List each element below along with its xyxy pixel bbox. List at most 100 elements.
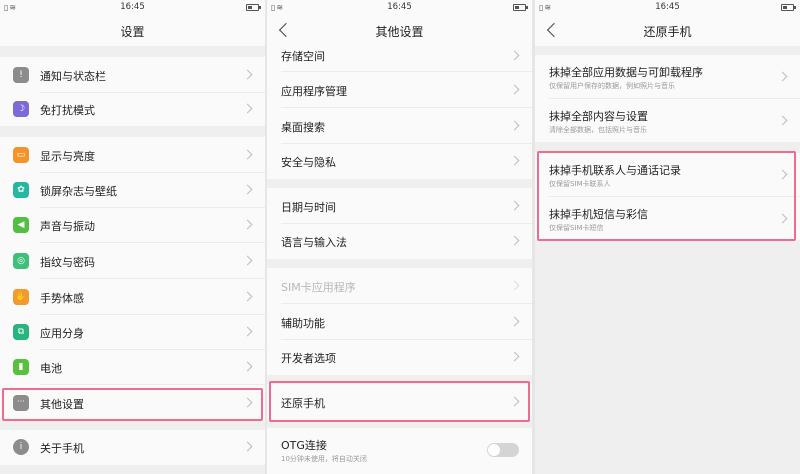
- settings-item-date-time[interactable]: 日期与时间: [267, 188, 532, 224]
- settings-item-gestures[interactable]: ✋ 手势体感: [0, 279, 265, 315]
- exclamation-icon: !: [13, 67, 29, 83]
- settings-item-label: 通知与状态栏: [40, 70, 106, 83]
- status-time: 16:45: [387, 2, 412, 12]
- status-bar: ▯≋ 16:45: [535, 0, 800, 16]
- settings-item-label: 开发者选项: [281, 352, 336, 365]
- chevron-right-icon: [777, 213, 788, 224]
- chevron-right-icon: [242, 184, 253, 195]
- chevron-right-icon: [242, 291, 253, 302]
- settings-item-dnd[interactable]: ☽ 免打扰模式: [0, 93, 265, 126]
- reset-item-subtitle: 清除全部数据，包括照片与音乐: [549, 126, 647, 134]
- title-bar: 还原手机: [535, 16, 800, 46]
- title-bar: 其他设置: [267, 16, 532, 46]
- status-bar: ▯≋ 16:45: [267, 0, 532, 16]
- settings-item-sim-apps: SIM卡应用程序: [267, 268, 532, 304]
- reset-phone-panel: ▯≋ 16:45 还原手机 抹掉全部应用数据与可卸载程序 仅保留用户保存的数据，…: [535, 0, 800, 474]
- settings-item-label: 声音与振动: [40, 220, 95, 233]
- reset-item-erase-apps[interactable]: 抹掉全部应用数据与可卸载程序 仅保留用户保存的数据，例如照片与音乐: [535, 55, 800, 99]
- page-title: 其他设置: [375, 25, 424, 39]
- battery-icon: ▮: [13, 359, 29, 375]
- reset-item-label: 抹掉手机短信与彩信: [549, 208, 648, 221]
- reset-item-erase-contacts[interactable]: 抹掉手机联系人与通话记录 仅保留SIM卡联系人: [535, 153, 800, 197]
- battery-status-icon: [246, 4, 261, 11]
- reset-item-subtitle: 仅保留用户保存的数据，例如照片与音乐: [549, 82, 675, 90]
- chevron-right-icon: [509, 351, 520, 362]
- speaker-icon: ◀: [13, 217, 29, 233]
- chevron-right-icon: [242, 149, 253, 160]
- title-bar: 设置: [0, 16, 265, 46]
- settings-panel: ▯≋ 16:45 设置 ! 通知与状态栏 ☽ 免打扰模式 ▭ 显示与亮度 ✿ 锁…: [0, 0, 265, 474]
- settings-item-label: 应用分身: [40, 327, 84, 340]
- display-icon: ▭: [13, 147, 29, 163]
- settings-item-app-management[interactable]: 应用程序管理: [267, 72, 532, 108]
- status-bar: ▯≋ 16:45: [0, 0, 265, 16]
- settings-item-label: 存储空间: [281, 50, 325, 63]
- settings-item-label: 还原手机: [281, 397, 325, 410]
- moon-icon: ☽: [13, 101, 29, 117]
- chevron-right-icon: [509, 235, 520, 246]
- reset-item-label: 抹掉全部应用数据与可卸载程序: [549, 66, 703, 79]
- chevron-right-icon: [509, 84, 520, 95]
- reset-item-subtitle: 仅保留SIM卡联系人: [549, 180, 611, 188]
- info-icon: i: [13, 439, 29, 455]
- settings-item-other[interactable]: ··· 其他设置: [0, 385, 265, 421]
- chevron-right-icon: [509, 280, 520, 291]
- settings-item-notifications[interactable]: ! 通知与状态栏: [0, 57, 265, 93]
- settings-item-battery[interactable]: ▮ 电池: [0, 350, 265, 385]
- settings-item-label: 语言与输入法: [281, 236, 347, 249]
- chevron-right-icon: [242, 255, 253, 266]
- settings-item-language[interactable]: 语言与输入法: [267, 224, 532, 259]
- settings-item-app-clone[interactable]: ⧉ 应用分身: [0, 315, 265, 350]
- settings-item-label: 其他设置: [40, 398, 84, 411]
- chevron-right-icon: [509, 155, 520, 166]
- settings-item-developer[interactable]: 开发者选项: [267, 340, 532, 375]
- chevron-right-icon: [509, 120, 520, 131]
- chevron-right-icon: [242, 441, 253, 452]
- settings-item-wallpaper[interactable]: ✿ 锁屏杂志与壁纸: [0, 173, 265, 208]
- page-title: 设置: [120, 25, 145, 39]
- chevron-right-icon: [509, 50, 520, 61]
- reset-item-erase-all[interactable]: 抹掉全部内容与设置 清除全部数据，包括照片与音乐: [535, 99, 800, 142]
- chevron-right-icon: [242, 361, 253, 372]
- chevron-right-icon: [777, 71, 788, 82]
- settings-item-display[interactable]: ▭ 显示与亮度: [0, 137, 265, 173]
- chevron-right-icon: [509, 316, 520, 327]
- settings-item-label: 免打扰模式: [40, 104, 95, 117]
- settings-item-label: OTG连接: [281, 439, 327, 452]
- settings-item-label: 关于手机: [40, 442, 84, 455]
- settings-item-label: 锁屏杂志与壁纸: [40, 185, 117, 198]
- chevron-right-icon: [242, 103, 253, 114]
- chevron-right-icon: [242, 326, 253, 337]
- chevron-right-icon: [242, 219, 253, 230]
- otg-toggle[interactable]: [487, 443, 519, 457]
- settings-item-label: 应用程序管理: [281, 85, 347, 98]
- chevron-right-icon: [777, 169, 788, 180]
- chevron-right-icon: [509, 396, 520, 407]
- reset-item-label: 抹掉全部内容与设置: [549, 110, 648, 123]
- clone-icon: ⧉: [13, 324, 29, 340]
- settings-item-label: 指纹与密码: [40, 256, 95, 269]
- chevron-right-icon: [777, 115, 788, 126]
- settings-item-label: 手势体感: [40, 292, 84, 305]
- settings-item-fingerprint[interactable]: ◎ 指纹与密码: [0, 243, 265, 279]
- settings-item-sound[interactable]: ◀ 声音与振动: [0, 208, 265, 243]
- settings-item-about[interactable]: i 关于手机: [0, 430, 265, 465]
- settings-item-label: SIM卡应用程序: [281, 281, 356, 294]
- reset-item-subtitle: 仅保留SIM卡短信: [549, 224, 604, 232]
- settings-item-desktop-search[interactable]: 桌面搜索: [267, 108, 532, 144]
- settings-item-label: 显示与亮度: [40, 150, 95, 163]
- settings-item-otg[interactable]: OTG连接 10分钟未使用，将自动关闭: [267, 428, 532, 474]
- settings-item-label: 桌面搜索: [281, 121, 325, 134]
- reset-item-erase-messages[interactable]: 抹掉手机短信与彩信 仅保留SIM卡短信: [535, 197, 800, 240]
- more-icon: ···: [13, 395, 29, 411]
- settings-item-accessibility[interactable]: 辅助功能: [267, 304, 532, 340]
- settings-item-reset-phone[interactable]: 还原手机: [267, 384, 532, 420]
- settings-item-storage[interactable]: 存储空间: [267, 46, 532, 72]
- settings-item-label: 辅助功能: [281, 317, 325, 330]
- other-settings-panel: ▯≋ 16:45 其他设置 存储空间 应用程序管理 桌面搜索 安全与隐私 日期与…: [267, 0, 532, 474]
- settings-item-security[interactable]: 安全与隐私: [267, 144, 532, 179]
- battery-status-icon: [513, 4, 528, 11]
- chevron-right-icon: [242, 397, 253, 408]
- flower-icon: ✿: [13, 182, 29, 198]
- status-time: 16:45: [655, 2, 680, 12]
